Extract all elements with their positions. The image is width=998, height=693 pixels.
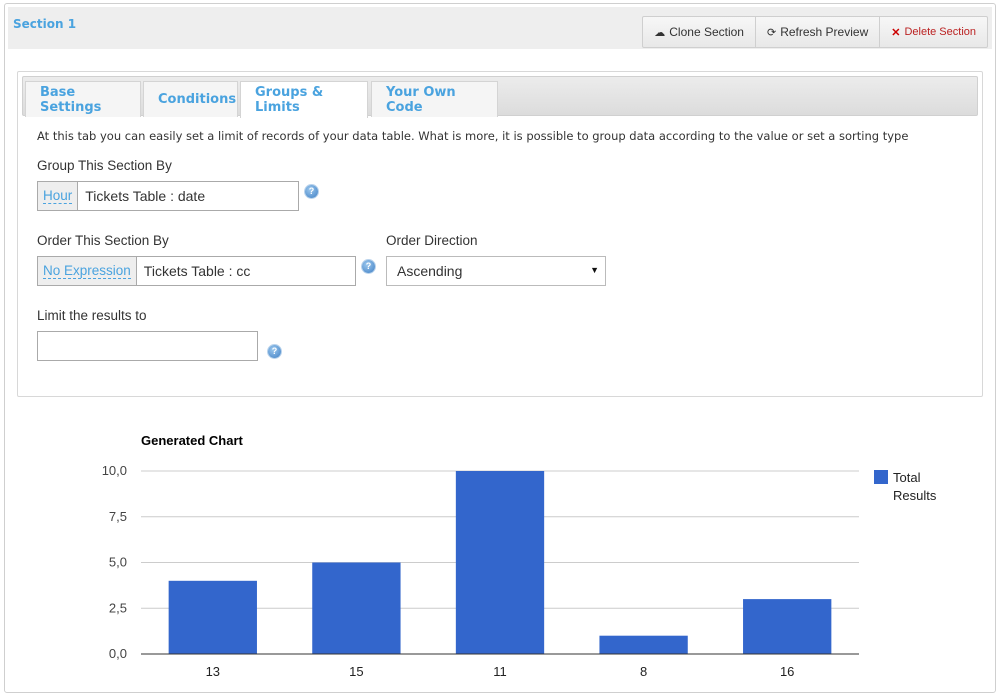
chart-bar bbox=[455, 471, 545, 654]
delete-section-label: Delete Section bbox=[904, 26, 976, 38]
delete-section-button[interactable]: ✕ Delete Section bbox=[880, 17, 987, 47]
dropdown-arrow-icon: ▼ bbox=[590, 265, 599, 275]
group-by-expression[interactable]: Hour bbox=[38, 182, 79, 210]
order-by-expression[interactable]: No Expression bbox=[38, 257, 137, 285]
order-by-input[interactable] bbox=[136, 257, 355, 285]
x-tick-label: 15 bbox=[349, 664, 363, 679]
cloud-icon: ☁ bbox=[654, 26, 666, 39]
help-icon[interactable]: ? bbox=[268, 345, 281, 358]
tab-conditions[interactable]: Conditions bbox=[143, 81, 238, 117]
generated-chart: Generated Chart 0,0 2,5 5,0 7,5 10,0 13 15 11 8… bbox=[0, 420, 998, 685]
x-tick-label: 13 bbox=[206, 664, 220, 679]
y-tick-label: 5,0 bbox=[109, 555, 127, 570]
refresh-icon: ⟳ bbox=[766, 26, 777, 39]
section-actions: ☁ Clone Section ⟳ Refresh Preview ✕ Dele… bbox=[642, 16, 988, 48]
tab-base-settings[interactable]: Base Settings bbox=[25, 81, 141, 117]
close-icon: ✕ bbox=[891, 26, 901, 39]
order-by-label: Order This Section By bbox=[37, 233, 169, 248]
chart-bar bbox=[743, 599, 832, 654]
order-direction-label: Order Direction bbox=[386, 233, 478, 248]
order-by-field: No Expression bbox=[37, 256, 356, 286]
help-icon[interactable]: ? bbox=[362, 260, 375, 273]
legend-label: Total bbox=[893, 470, 921, 485]
tab-description: At this tab you can easily set a limit o… bbox=[37, 129, 909, 143]
order-direction-value: Ascending bbox=[397, 263, 463, 279]
y-tick-label: 2,5 bbox=[109, 600, 127, 615]
order-direction-select[interactable]: Ascending ▼ bbox=[386, 256, 606, 286]
refresh-preview-label: Refresh Preview bbox=[780, 25, 869, 39]
limit-label: Limit the results to bbox=[37, 308, 147, 323]
chart-title: Generated Chart bbox=[141, 433, 244, 448]
legend-label: Results bbox=[893, 488, 937, 503]
x-tick-label: 8 bbox=[640, 664, 647, 679]
tab-groups-limits[interactable]: Groups & Limits bbox=[240, 81, 368, 118]
x-tick-label: 11 bbox=[493, 664, 507, 679]
chart-x-ticks: 13 15 11 8 16 bbox=[206, 664, 795, 679]
legend-swatch bbox=[874, 470, 888, 484]
tab-your-own-code[interactable]: Your Own Code bbox=[371, 81, 498, 117]
section-header: Section 1 ☁ Clone Section ⟳ Refresh Prev… bbox=[8, 7, 992, 49]
group-by-field: Hour bbox=[37, 181, 299, 211]
refresh-preview-button[interactable]: ⟳ Refresh Preview bbox=[756, 17, 881, 47]
limit-input[interactable] bbox=[37, 331, 258, 361]
chart-bar bbox=[312, 562, 401, 654]
chart-bar bbox=[168, 580, 257, 654]
chart-bar bbox=[599, 635, 688, 654]
y-tick-label: 0,0 bbox=[109, 646, 127, 661]
chart-legend: Total Results bbox=[874, 470, 937, 503]
help-icon[interactable]: ? bbox=[305, 185, 318, 198]
chart-svg: Generated Chart 0,0 2,5 5,0 7,5 10,0 13 15 11 8… bbox=[102, 433, 937, 679]
group-by-label: Group This Section By bbox=[37, 158, 172, 173]
group-by-input[interactable] bbox=[78, 182, 298, 210]
y-tick-label: 7,5 bbox=[109, 509, 127, 524]
clone-section-button[interactable]: ☁ Clone Section bbox=[643, 17, 756, 47]
section-title: Section 1 bbox=[13, 17, 77, 31]
group-by-expression-text: Hour bbox=[43, 188, 73, 204]
clone-section-label: Clone Section bbox=[669, 25, 744, 39]
x-tick-label: 16 bbox=[780, 664, 794, 679]
y-tick-label: 10,0 bbox=[102, 463, 127, 478]
chart-y-ticks: 0,0 2,5 5,0 7,5 10,0 bbox=[102, 463, 127, 661]
order-by-expression-text: No Expression bbox=[43, 263, 131, 279]
settings-panel: Base Settings Conditions Groups & Limits… bbox=[17, 71, 983, 397]
tab-bar: Base Settings Conditions Groups & Limits… bbox=[22, 76, 978, 118]
